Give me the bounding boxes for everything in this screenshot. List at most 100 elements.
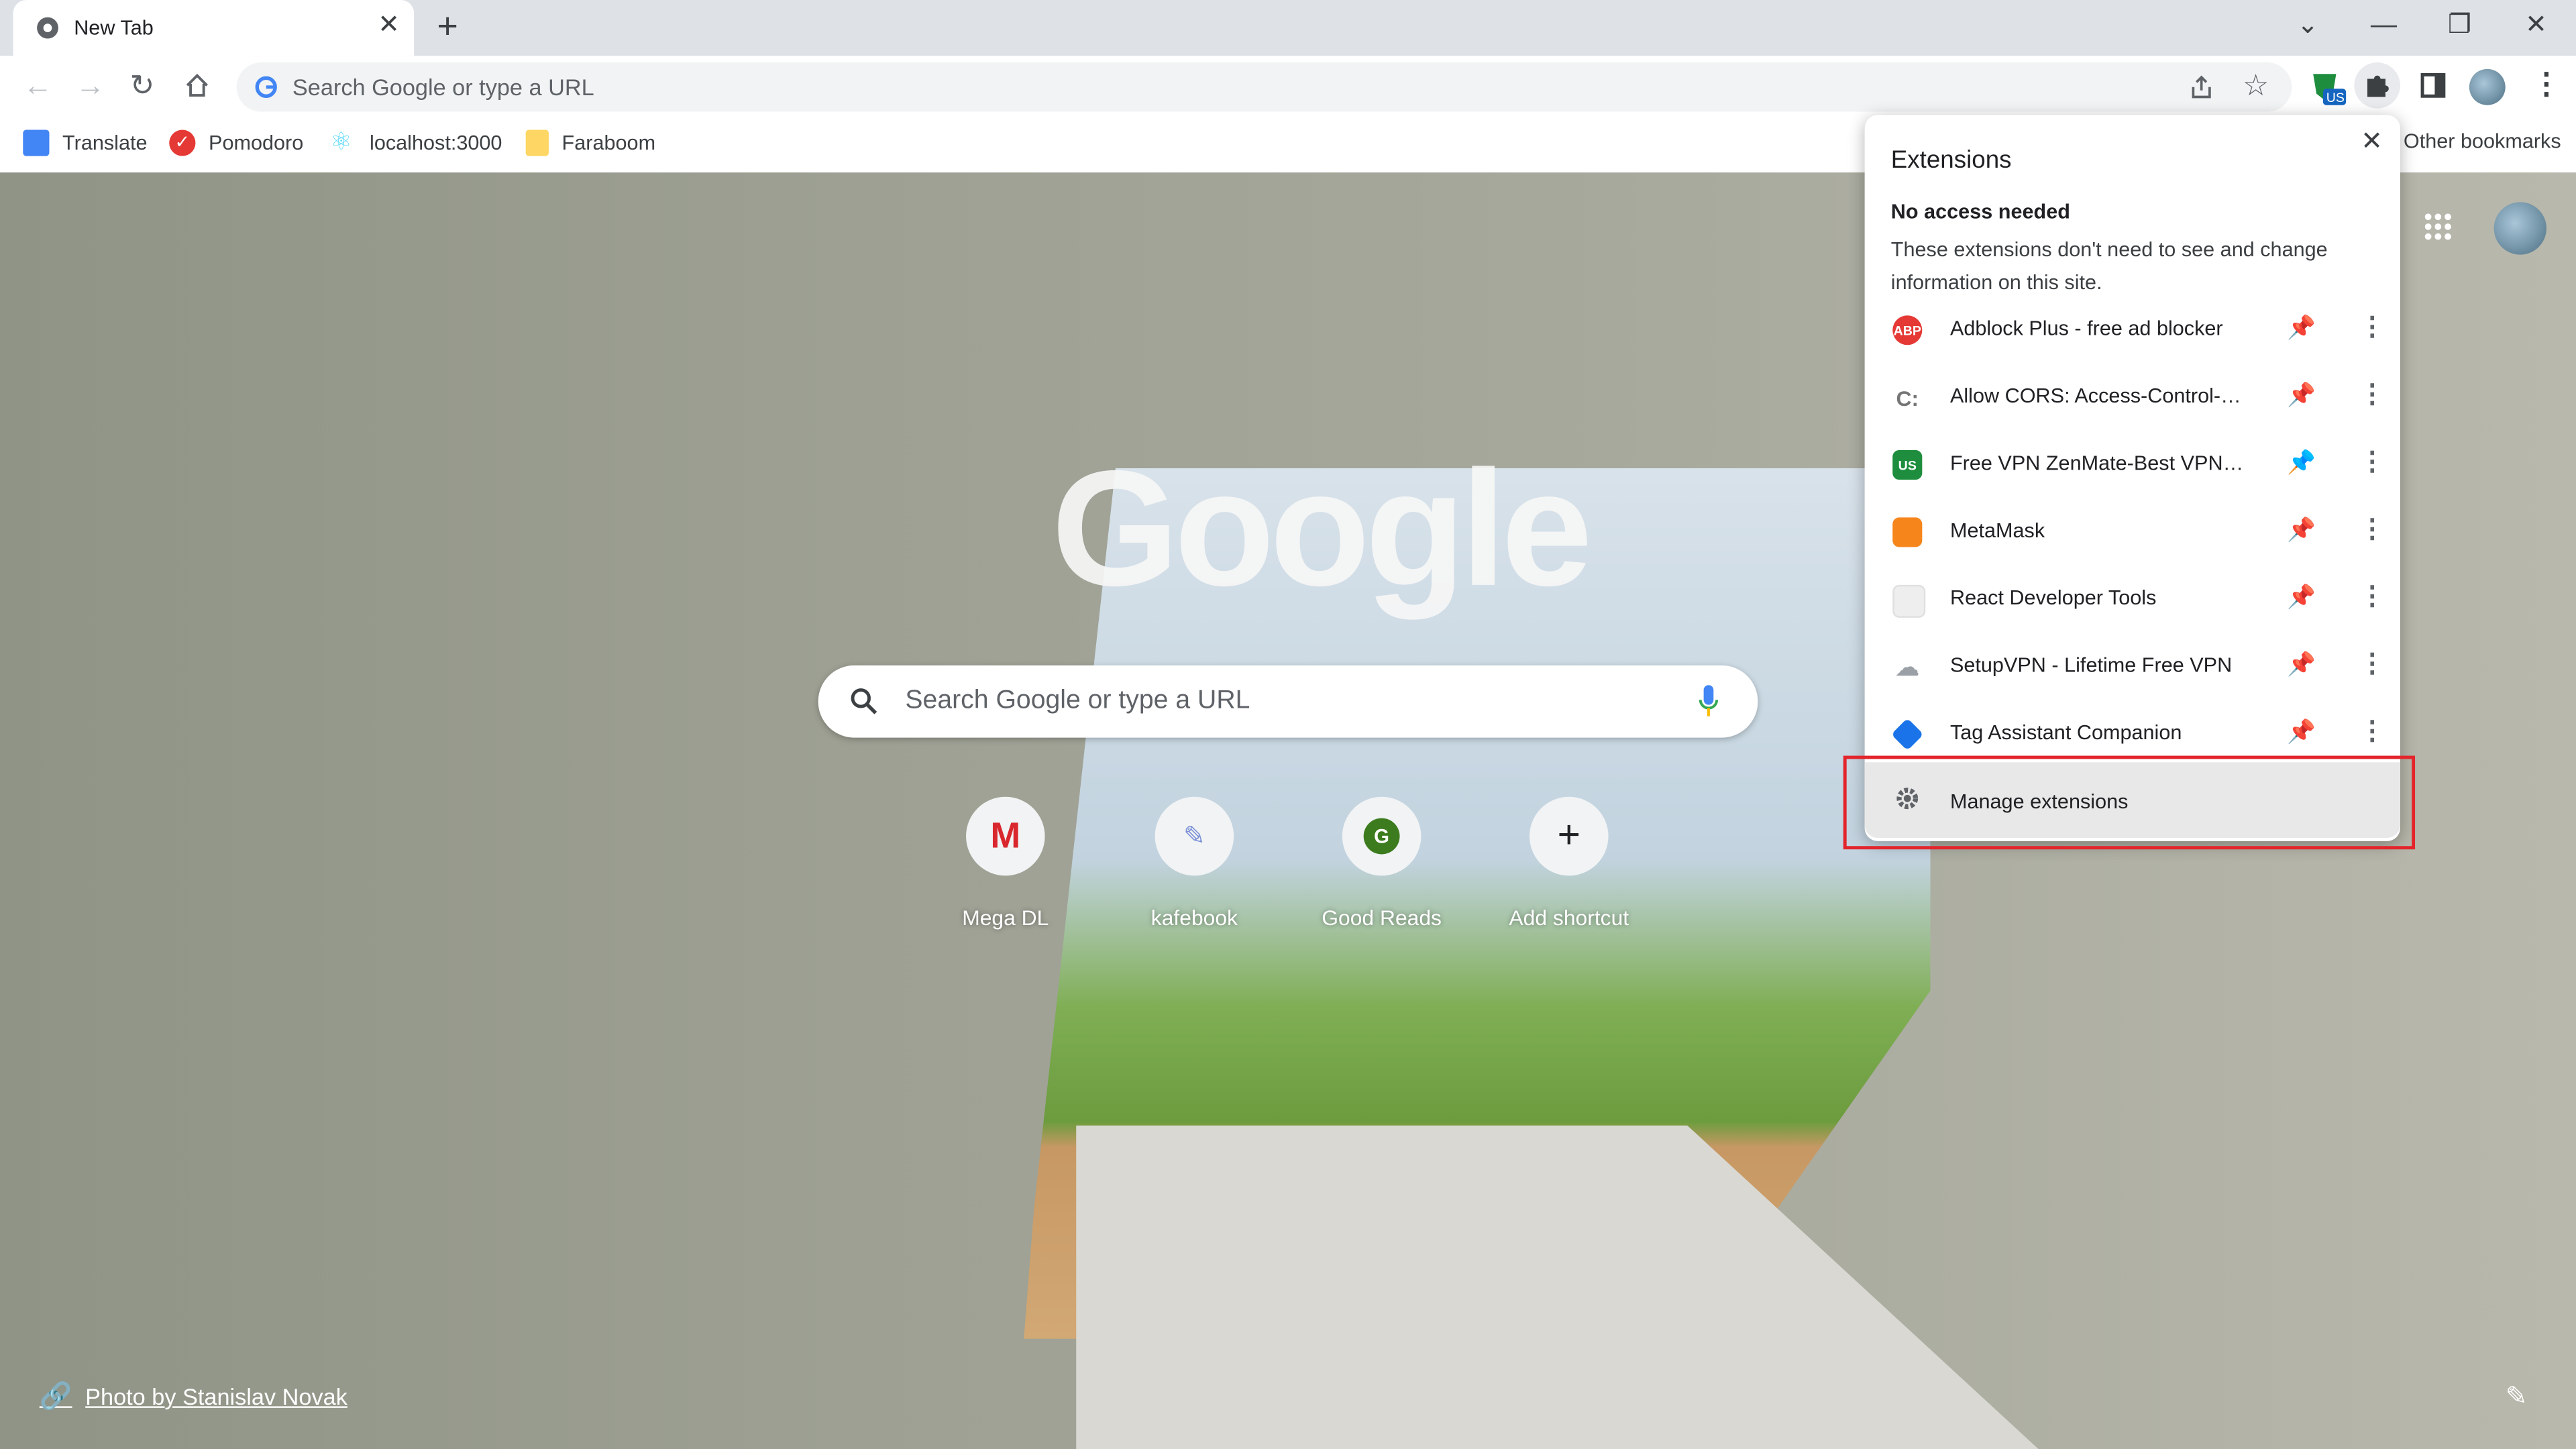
minimize-button[interactable]: — bbox=[2371, 10, 2397, 43]
extension-row-zenmate[interactable]: US Free VPN ZenMate-Best VPN fo... 📌 ⋮ bbox=[1865, 431, 2400, 498]
more-options-icon[interactable]: ⋮ bbox=[2359, 311, 2385, 343]
bookmark-translate[interactable]: Translate bbox=[23, 129, 148, 156]
shortcut-label: Add shortcut bbox=[1509, 905, 1629, 930]
close-window-button[interactable]: ✕ bbox=[2525, 10, 2547, 43]
extension-row-setupvpn[interactable]: ☁ SetupVPN - Lifetime Free VPN 📌 ⋮ bbox=[1865, 633, 2400, 700]
shortcut-add[interactable]: + Add shortcut bbox=[1487, 796, 1651, 930]
bookmark-label: localhost:3000 bbox=[370, 131, 502, 155]
photo-credit-text: Photo by Stanislav Novak bbox=[85, 1383, 347, 1410]
google-logo: Google bbox=[1051, 437, 1593, 621]
tab-new-tab[interactable]: New Tab ✕ bbox=[13, 0, 415, 56]
bookmark-localhost[interactable]: ⚛ localhost:3000 bbox=[330, 129, 502, 156]
metamask-fox-icon bbox=[1892, 517, 1923, 547]
pinned-icon[interactable]: 📌 bbox=[2287, 449, 2316, 477]
pin-icon[interactable]: 📌 bbox=[2287, 718, 2316, 746]
toolbar: ← → ↻ Search Google or type a URL ☆ US ⋮ bbox=[0, 56, 2576, 117]
ntp-profile-avatar[interactable] bbox=[2493, 202, 2546, 255]
link-icon: 🔗 bbox=[39, 1383, 72, 1411]
more-options-icon[interactable]: ⋮ bbox=[2359, 513, 2385, 545]
kafebook-icon: ✎ bbox=[1155, 796, 1234, 876]
bookmark-star-icon[interactable]: ☆ bbox=[2243, 69, 2269, 103]
bookmark-label: Faraboom bbox=[561, 131, 656, 155]
tab-search-icon[interactable]: ⌄ bbox=[2297, 10, 2319, 43]
photo-credit-link[interactable]: 🔗 Photo by Stanislav Novak bbox=[40, 1380, 347, 1413]
mega-dl-icon: M bbox=[966, 796, 1045, 876]
google-translate-icon bbox=[23, 129, 50, 156]
bookmark-label: Pomodoro bbox=[209, 131, 304, 155]
tab-close-icon[interactable]: ✕ bbox=[378, 12, 400, 40]
cors-icon: C: bbox=[1892, 382, 1923, 413]
popup-close-icon[interactable]: ✕ bbox=[2361, 125, 2383, 158]
home-icon[interactable] bbox=[184, 72, 210, 107]
extension-name: React Developer Tools bbox=[1949, 586, 2157, 610]
extension-row-metamask[interactable]: MetaMask 📌 ⋮ bbox=[1865, 498, 2400, 565]
reload-icon[interactable]: ↻ bbox=[129, 69, 154, 102]
extension-row-react-devtools[interactable]: React Developer Tools 📌 ⋮ bbox=[1865, 565, 2400, 632]
extension-name: Tag Assistant Companion bbox=[1949, 721, 2182, 745]
pomodoro-check-icon: ✓ bbox=[169, 129, 196, 156]
tab-title: New Tab bbox=[74, 16, 154, 40]
pin-icon[interactable]: 📌 bbox=[2287, 583, 2316, 611]
section-heading: No access needed bbox=[1890, 200, 2070, 224]
customize-pencil-icon[interactable]: ✎ bbox=[2506, 1380, 2528, 1413]
extension-row-cors[interactable]: C: Allow CORS: Access-Control-All... 📌 ⋮ bbox=[1865, 363, 2400, 430]
bookmark-faraboom[interactable]: Faraboom bbox=[525, 129, 656, 156]
extensions-popup: Extensions ✕ No access needed These exte… bbox=[1864, 115, 2400, 841]
pin-icon[interactable]: 📌 bbox=[2287, 381, 2316, 409]
chrome-icon bbox=[36, 16, 59, 48]
omnibox-placeholder: Search Google or type a URL bbox=[292, 74, 594, 101]
ntp-search-placeholder: Search Google or type a URL bbox=[905, 686, 1250, 715]
shortcut-mega-dl[interactable]: M Mega DL bbox=[923, 796, 1087, 930]
more-options-icon[interactable]: ⋮ bbox=[2359, 647, 2385, 680]
extension-row-adblock[interactable]: ABP Adblock Plus - free ad blocker 📌 ⋮ bbox=[1865, 296, 2400, 363]
search-icon bbox=[849, 687, 879, 724]
svg-text:US: US bbox=[2326, 91, 2345, 105]
shortcut-good-reads[interactable]: G Good Reads bbox=[1299, 796, 1464, 930]
add-shortcut-icon: + bbox=[1529, 796, 1609, 876]
restore-button[interactable]: ❐ bbox=[2448, 10, 2471, 43]
share-icon[interactable] bbox=[2188, 74, 2214, 108]
tag-assistant-icon bbox=[1891, 718, 1924, 751]
google-g-icon bbox=[255, 76, 278, 107]
extension-name: Allow CORS: Access-Control-All... bbox=[1949, 384, 2249, 408]
shortcut-label: Mega DL bbox=[962, 905, 1049, 930]
new-tab-button[interactable]: + bbox=[437, 6, 458, 46]
more-options-icon[interactable]: ⋮ bbox=[2359, 445, 2385, 478]
bookmark-pomodoro[interactable]: ✓ Pomodoro bbox=[169, 129, 303, 156]
background-photo-wall bbox=[1076, 1125, 2044, 1449]
folder-icon bbox=[525, 129, 549, 156]
chrome-menu-icon[interactable]: ⋮ bbox=[2532, 67, 2561, 101]
extension-name: SetupVPN - Lifetime Free VPN bbox=[1949, 653, 2233, 677]
ntp-search-box[interactable]: Search Google or type a URL bbox=[818, 665, 1758, 738]
zenmate-icon: US bbox=[1892, 450, 1923, 480]
extension-name: Adblock Plus - free ad blocker bbox=[1949, 317, 2223, 340]
highlight-annotation-box bbox=[1843, 755, 2416, 850]
react-icon: ⚛ bbox=[330, 128, 353, 156]
popup-title: Extensions bbox=[1890, 146, 2012, 174]
more-options-icon[interactable]: ⋮ bbox=[2359, 714, 2385, 747]
voice-search-icon[interactable] bbox=[1699, 685, 1719, 726]
shortcut-kafebook[interactable]: ✎ kafebook bbox=[1112, 796, 1277, 930]
react-devtools-icon bbox=[1892, 584, 1926, 618]
more-options-icon[interactable]: ⋮ bbox=[2359, 378, 2385, 411]
bookmark-label: Translate bbox=[62, 131, 148, 155]
pin-icon[interactable]: 📌 bbox=[2287, 651, 2316, 679]
shortcut-label: Good Reads bbox=[1322, 905, 1442, 930]
good-reads-icon: G bbox=[1342, 796, 1421, 876]
extension-name: MetaMask bbox=[1949, 519, 2045, 543]
shortcut-label: kafebook bbox=[1150, 905, 1238, 930]
extensions-puzzle-icon[interactable] bbox=[2354, 62, 2400, 109]
omnibox[interactable]: Search Google or type a URL ☆ bbox=[236, 62, 2292, 112]
side-panel-icon[interactable] bbox=[2420, 72, 2446, 107]
google-apps-icon[interactable] bbox=[2423, 212, 2453, 250]
back-icon[interactable]: ← bbox=[23, 69, 52, 102]
tab-strip: New Tab ✕ + ⌄ — ❐ ✕ bbox=[0, 0, 2576, 56]
setupvpn-icon: ☁ bbox=[1892, 652, 1923, 682]
zenmate-toolbar-icon[interactable]: US bbox=[2310, 70, 2349, 115]
profile-avatar[interactable] bbox=[2469, 68, 2506, 105]
forward-icon[interactable]: → bbox=[76, 69, 105, 102]
other-bookmarks[interactable]: Other bookmarks bbox=[2404, 129, 2561, 152]
pin-icon[interactable]: 📌 bbox=[2287, 314, 2316, 342]
more-options-icon[interactable]: ⋮ bbox=[2359, 580, 2385, 612]
pin-icon[interactable]: 📌 bbox=[2287, 516, 2316, 544]
